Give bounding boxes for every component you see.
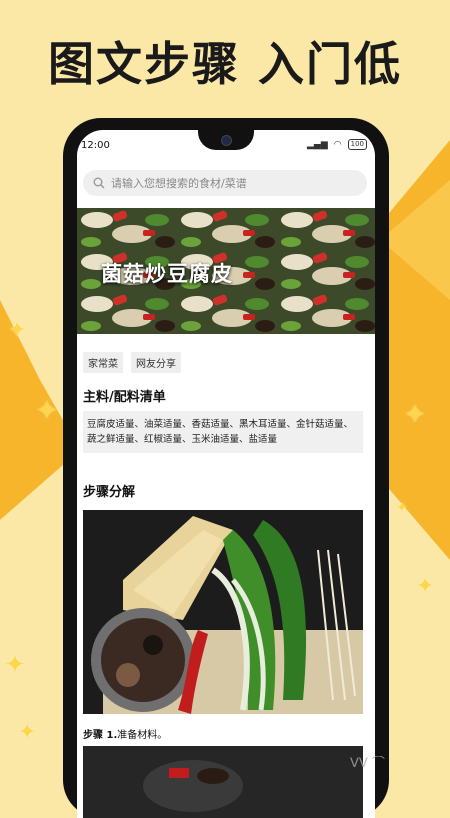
search-icon bbox=[93, 177, 105, 189]
camera-notch bbox=[198, 130, 254, 150]
ingredients-photo bbox=[83, 510, 363, 714]
star-icon: ✦ bbox=[8, 318, 27, 343]
recipe-title: 菌菇炒豆腐皮 bbox=[101, 262, 233, 286]
headline: 图文步骤 入门低 bbox=[47, 37, 402, 91]
wifi-icon: ◠ bbox=[333, 139, 342, 150]
status-icons: ▂▄▆ ◠ 100 bbox=[307, 139, 367, 150]
step-1-image[interactable] bbox=[83, 510, 363, 714]
star-icon: ✦ bbox=[396, 500, 408, 516]
star-icon: ✦ bbox=[36, 396, 58, 426]
step-text: 准备材料。 bbox=[117, 730, 168, 741]
phone-screen: 12:00 ▂▄▆ ◠ 100 请输入您想搜索的食材/菜谱 菌菇炒豆腐皮 家常菜… bbox=[77, 130, 375, 818]
star-icon: ✦ bbox=[404, 400, 426, 430]
ingredients-list: 豆腐皮适量、油菜适量、香菇适量、黑木耳适量、金针菇适量、蔬之鲜适量、红椒适量、玉… bbox=[83, 411, 363, 453]
ingredients-heading: 主料/配料清单 bbox=[83, 390, 166, 405]
star-icon: ✦ bbox=[18, 720, 37, 745]
watermark-icon: ᐯᐯ ⌒ bbox=[350, 756, 385, 771]
tag-chip[interactable]: 家常菜 bbox=[83, 352, 123, 373]
tag-list: 家常菜 网友分享 bbox=[83, 352, 181, 373]
search-bar[interactable]: 请输入您想搜索的食材/菜谱 bbox=[83, 170, 367, 196]
signal-icon: ▂▄▆ bbox=[307, 139, 328, 150]
tag-chip[interactable]: 网友分享 bbox=[131, 352, 181, 373]
step-2-image[interactable] bbox=[83, 746, 363, 818]
step-2-photo bbox=[83, 746, 363, 818]
step-label: 步骤 1. bbox=[83, 730, 118, 741]
steps-heading: 步骤分解 bbox=[83, 485, 136, 500]
recipe-hero-image[interactable]: 菌菇炒豆腐皮 bbox=[77, 208, 375, 334]
search-input[interactable]: 请输入您想搜索的食材/菜谱 bbox=[111, 175, 247, 191]
step-1-caption: 步骤 1.准备材料。 bbox=[83, 726, 167, 741]
star-icon: ✦ bbox=[4, 650, 26, 680]
phone-frame: 12:00 ▂▄▆ ◠ 100 请输入您想搜索的食材/菜谱 菌菇炒豆腐皮 家常菜… bbox=[63, 118, 389, 818]
camera-icon bbox=[221, 135, 232, 146]
battery-icon: 100 bbox=[347, 139, 367, 150]
star-icon: ✦ bbox=[416, 574, 435, 599]
status-time: 12:00 bbox=[81, 140, 110, 151]
